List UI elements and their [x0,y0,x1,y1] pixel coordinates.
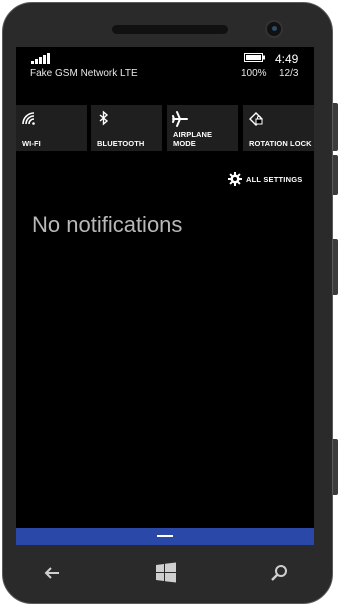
back-icon[interactable] [39,560,65,586]
action-center-handle-bar[interactable] [16,528,314,545]
screen: Fake GSM Network LTE 100% 4:49 12/3 WI-F… [16,47,314,545]
quick-action-airplane-mode[interactable]: AIRPLANE MODE [167,105,238,151]
gear-icon [228,172,242,186]
quick-action-bluetooth[interactable]: BLUETOOTH [91,105,162,151]
camera-button[interactable] [333,439,338,495]
front-camera [265,20,283,38]
bluetooth-icon [99,110,109,126]
quick-action-rotation-lock[interactable]: ROTATION LOCK [243,105,314,151]
wifi-icon [22,112,35,125]
signal-strength-icon [31,53,50,64]
all-settings-link[interactable]: ALL SETTINGS [228,171,302,187]
quick-action-label: BLUETOOTH [97,139,145,148]
no-notifications-message: No notifications [32,212,183,237]
status-bar: Fake GSM Network LTE 100% 4:49 12/3 [16,47,314,91]
battery-icon [244,53,265,62]
quick-action-label: AIRPLANE MODE [173,130,213,148]
airplane-icon [172,111,188,127]
quick-action-wifi[interactable]: WI-FI [16,105,87,151]
rotation-lock-icon [249,112,263,126]
battery-percentage: 100% [241,68,267,79]
quick-action-label: WI-FI [22,139,41,148]
volume-down-button[interactable] [333,155,338,195]
clock-time: 4:49 [275,52,299,66]
power-button[interactable] [333,239,338,295]
drag-handle[interactable] [157,535,173,537]
search-icon[interactable] [266,560,292,586]
volume-up-button[interactable] [333,103,338,151]
quick-action-label: ROTATION LOCK [249,139,312,148]
windows-start-icon[interactable] [153,560,179,586]
quick-actions: WI-FI BLUETOOTH AIRPLANE MODE ROTATION L… [16,105,314,151]
date-text: 12/3 [279,68,299,79]
earpiece-speaker [112,25,228,34]
carrier-name: Fake GSM Network LTE [30,68,138,79]
all-settings-label: ALL SETTINGS [246,174,303,184]
